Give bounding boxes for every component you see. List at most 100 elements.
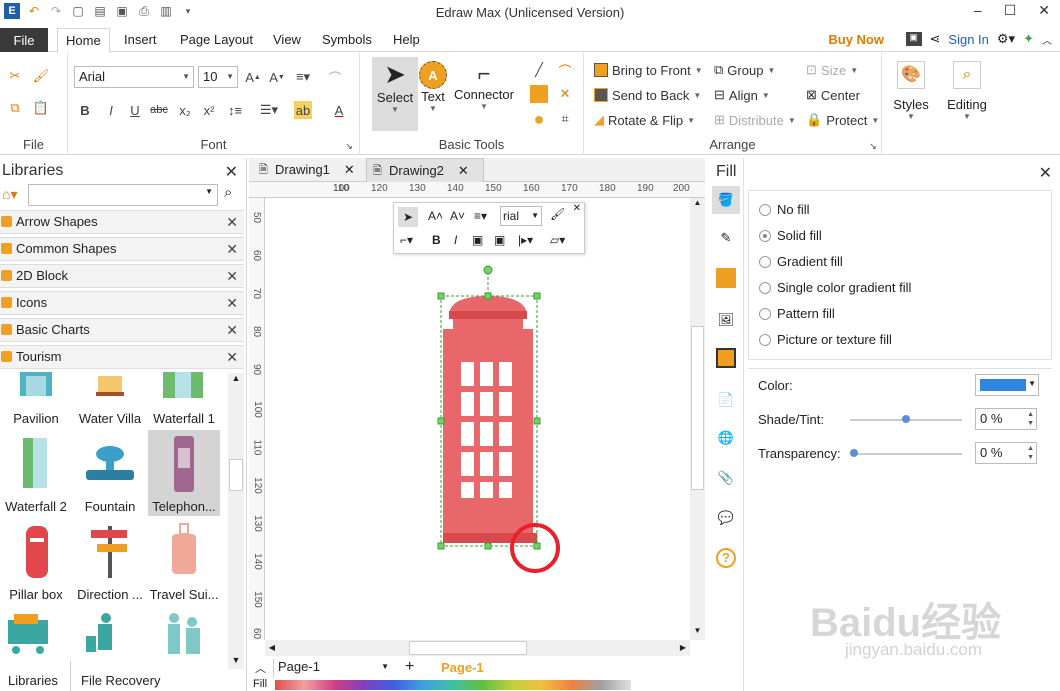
format-painter-icon[interactable]: 🖌: [550, 207, 565, 221]
libraries-tab[interactable]: Libraries: [8, 673, 58, 688]
rectangle-tool-icon[interactable]: [530, 85, 548, 103]
rotate-handle[interactable]: [483, 265, 493, 275]
grow-font-icon[interactable]: A ▲: [244, 68, 262, 86]
tab-page-layout[interactable]: Page Layout: [180, 28, 253, 53]
protect-button[interactable]: 🔒 Protect ▼: [806, 110, 879, 130]
scroll-left-icon[interactable]: ◀: [265, 640, 279, 656]
color-picker[interactable]: ▼: [975, 374, 1039, 396]
help-icon[interactable]: ?: [716, 548, 736, 568]
cut-icon[interactable]: ✂: [6, 67, 24, 85]
size-button[interactable]: ⊡ Size ▼: [806, 60, 858, 80]
font-size-select[interactable]: 10 ▼: [198, 66, 238, 88]
bring-to-front-button[interactable]: Bring to Front ▼: [594, 60, 703, 80]
tab-file[interactable]: File: [0, 28, 48, 52]
styles-button[interactable]: 🎨 Styles ▼: [888, 57, 934, 131]
format-painter-icon[interactable]: 🖌: [32, 67, 50, 85]
comment-icon[interactable]: 💬: [712, 504, 740, 532]
fill-panel-close-icon[interactable]: ✕: [1039, 163, 1052, 183]
tab-help[interactable]: Help: [393, 28, 420, 53]
shape-fountain[interactable]: Fountain: [74, 430, 146, 516]
shrink-font-icon[interactable]: A ▼: [268, 68, 286, 86]
maximize-icon[interactable]: ☐: [1004, 2, 1017, 19]
tab-view[interactable]: View: [273, 28, 301, 53]
close-icon[interactable]: ✕: [1038, 2, 1050, 19]
tab-insert[interactable]: Insert: [124, 28, 157, 53]
underline-icon[interactable]: U: [126, 101, 144, 119]
transparency-input[interactable]: 0 % ▲ ▼: [975, 442, 1037, 464]
connector-style-icon[interactable]: ⌐▾: [400, 233, 413, 247]
shape-telephone-booth[interactable]: Telephon...: [148, 430, 220, 516]
font-name-select[interactable]: Arial ▼: [74, 66, 194, 88]
center-button[interactable]: ⊠ Center: [806, 85, 860, 105]
editing-button[interactable]: ⌕ Editing ▼: [944, 57, 990, 131]
font-color-icon[interactable]: A: [330, 101, 348, 119]
text-direction-icon[interactable]: ⌒: [326, 68, 344, 86]
close-icon[interactable]: ✕: [226, 319, 238, 341]
cart-icon[interactable]: ▣: [905, 32, 922, 46]
close-icon[interactable]: ✕: [226, 265, 238, 287]
tab-symbols[interactable]: Symbols: [322, 28, 372, 53]
layer-icon[interactable]: [716, 348, 736, 368]
close-icon[interactable]: ✕: [573, 203, 581, 214]
canvas-vscroll-thumb[interactable]: [691, 326, 704, 490]
bold-icon[interactable]: B: [432, 233, 441, 247]
text-tool-button[interactable]: A Text ▼: [410, 57, 456, 131]
close-icon[interactable]: ✕: [226, 346, 238, 368]
scroll-right-icon[interactable]: ▶: [676, 640, 690, 656]
shape-pavilion[interactable]: Pavilion: [0, 372, 72, 428]
superscript-icon[interactable]: x²: [200, 101, 218, 119]
fill-option-picture-texture[interactable]: Picture or texture fill: [759, 332, 892, 347]
shape-water-villa[interactable]: Water Villa: [74, 372, 146, 428]
arc-tool-icon[interactable]: ⌒: [556, 61, 574, 79]
page-properties-icon[interactable]: 📄: [712, 386, 740, 414]
send-back-icon[interactable]: ▣: [494, 233, 505, 247]
doc-tab-drawing1[interactable]: 🗎 Drawing1 ✕: [253, 158, 361, 182]
close-icon[interactable]: ✕: [226, 292, 238, 314]
home-icon[interactable]: ⌂▾: [2, 186, 17, 203]
library-category[interactable]: Basic Charts ✕: [0, 318, 244, 342]
library-scroll-thumb[interactable]: [229, 459, 243, 491]
line-tool-icon[interactable]: ╱: [530, 61, 548, 79]
scroll-down-icon[interactable]: ▼: [690, 626, 705, 640]
library-category[interactable]: Arrow Shapes ✕: [0, 210, 244, 234]
fill-paint-icon[interactable]: 🪣: [712, 186, 740, 214]
pointer-icon[interactable]: ➤: [398, 207, 418, 227]
shrink-font-icon[interactable]: A˅: [450, 209, 465, 223]
library-category[interactable]: Tourism ✕: [0, 345, 244, 369]
shape-travel-suitcase[interactable]: Travel Sui...: [148, 518, 220, 604]
library-category[interactable]: Common Shapes ✕: [0, 237, 244, 261]
hyperlink-globe-icon[interactable]: 🌐: [712, 424, 740, 452]
text-align-icon[interactable]: ≡▾: [294, 68, 312, 86]
scroll-up-icon[interactable]: ▲: [690, 198, 705, 212]
italic-icon[interactable]: I: [454, 233, 457, 247]
fill-option-solid-fill[interactable]: Solid fill: [759, 228, 822, 243]
library-scrollbar[interactable]: ▲ ▼: [228, 373, 244, 669]
strikethrough-icon[interactable]: abc: [150, 101, 168, 119]
crop-tool-icon[interactable]: ⌗: [556, 110, 574, 128]
color-swatches[interactable]: [275, 680, 631, 690]
minimize-icon[interactable]: –: [974, 2, 982, 19]
library-search-input[interactable]: ▼: [28, 184, 218, 206]
paste-icon[interactable]: 📋: [32, 99, 50, 117]
copy-icon[interactable]: ⧉: [6, 99, 24, 117]
collapse-icon[interactable]: ︿: [255, 660, 266, 676]
page-select[interactable]: Page-1 ▼: [273, 659, 393, 677]
doc-tab-drawing2[interactable]: 🗎 Drawing2 ✕: [366, 158, 484, 182]
align-button[interactable]: ⊟ Align ▼: [714, 85, 770, 105]
theme-icon[interactable]: ✦: [1023, 31, 1034, 47]
telephone-booth-shape[interactable]: [443, 265, 537, 543]
rotate-flip-button[interactable]: ◢ Rotate & Flip ▼: [594, 110, 695, 130]
highlight-color-icon[interactable]: ab: [294, 101, 312, 119]
close-icon[interactable]: ✕: [458, 163, 469, 178]
shadow-square-icon[interactable]: [716, 268, 736, 288]
library-category[interactable]: 2D Block ✕: [0, 264, 244, 288]
shape-waterfall-1[interactable]: Waterfall 1: [148, 372, 220, 428]
close-icon[interactable]: ✕: [226, 211, 238, 233]
canvas-vertical-scrollbar[interactable]: ▲ ▼: [690, 198, 705, 640]
connector-tool-button[interactable]: ⌐ Connector ▼: [454, 57, 514, 131]
bold-icon[interactable]: B: [76, 101, 94, 119]
bring-front-icon[interactable]: ▣: [472, 233, 483, 247]
transparency-slider[interactable]: [850, 453, 962, 455]
shape-direction-sign[interactable]: Direction ...: [74, 518, 146, 604]
close-icon[interactable]: ✕: [226, 238, 238, 260]
